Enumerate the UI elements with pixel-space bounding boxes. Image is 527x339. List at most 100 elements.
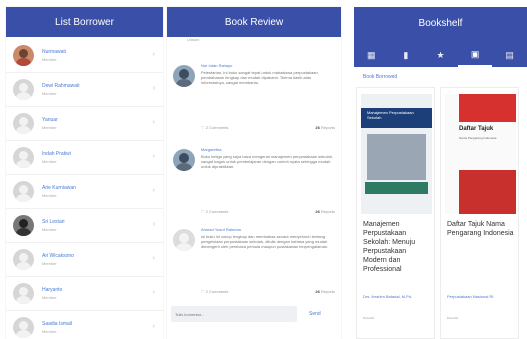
book-card[interactable]: Daftar Tajuk Nama Pengarang Indonesia Da… <box>440 87 519 339</box>
review-top-sliver: Ulasan <box>187 37 200 42</box>
avatar <box>173 65 195 87</box>
borrower-name: Haryanto <box>42 287 63 293</box>
list-item[interactable]: Arie Kurniawan Member › <box>6 175 163 209</box>
chevron-right-icon: › <box>152 289 155 296</box>
list-item[interactable]: Ari Wicaksono Member › <box>6 243 163 277</box>
page-title: Book Review <box>224 16 284 28</box>
borrower-role: Member <box>42 295 57 300</box>
chevron-right-icon: › <box>152 153 155 160</box>
borrower-role: Member <box>42 227 57 232</box>
reviewer-name: Ahmad Yusuf Rahman <box>201 227 241 232</box>
section-label: Book Borrowed <box>363 74 398 80</box>
reviewer-name: Nur Intan Rahayu <box>201 63 233 68</box>
review-footer: ♡ 2 Comments 26 Reports <box>201 125 335 130</box>
page-title: List Borrower <box>55 16 114 28</box>
likes-count: 26 <box>315 209 320 214</box>
report-link[interactable]: Reports <box>321 209 335 214</box>
bookshelf-tabs: ▦ ▮ ★ ▣ ▤ <box>354 43 527 67</box>
list-item[interactable]: Sri Lestari Member › <box>6 209 163 243</box>
book-cover: Manajemen Perpustakaan Sekolah <box>361 94 432 214</box>
book-meta: Penerbit <box>363 316 375 320</box>
book-review-panel: Book Review Ulasan Nur Intan Rahayu Peles… <box>167 7 341 339</box>
borrower-role: Member <box>42 159 57 164</box>
comments-count: 2 Comments <box>205 209 229 214</box>
avatar <box>173 229 195 251</box>
avatar <box>13 283 34 304</box>
comments-link[interactable]: ♡ 2 Comments <box>201 125 228 130</box>
avatar <box>13 113 34 134</box>
avatar <box>13 181 34 202</box>
book-review-header: Book Review <box>167 7 341 37</box>
list-borrower-panel: List Borrower Nurmawati Member › Dewi Rahma… <box>6 7 163 339</box>
avatar <box>13 45 34 66</box>
borrower-name: Dewi Rahmawati <box>42 83 80 89</box>
cover-title: Daftar Tajuk <box>459 126 494 132</box>
borrower-name: Arie Kurniawan <box>42 185 76 191</box>
tab-bookshelf-icon[interactable]: ▣ <box>457 43 493 67</box>
report-link[interactable]: Reports <box>321 125 335 130</box>
book-card[interactable]: Manajemen Perpustakaan Sekolah Manajemen… <box>356 87 435 339</box>
list-item[interactable]: Dewi Rahmawati Member › <box>6 73 163 107</box>
list-item[interactable]: Indah Pratiwi Member › <box>6 141 163 175</box>
list-item[interactable]: Nurmawati Member › <box>6 39 163 73</box>
book-author: Drs. Ibrahim Bafadal, M.Pd. <box>363 294 413 299</box>
borrower-role: Member <box>42 125 57 130</box>
borrower-role: Member <box>42 91 57 96</box>
book-cover: Daftar Tajuk Nama Pengarang Indonesia <box>445 94 516 214</box>
borrower-role: Member <box>42 57 57 62</box>
reviewer-name: Margaretha <box>201 147 222 152</box>
borrower-name: Ari Wicaksono <box>42 253 74 259</box>
avatar <box>13 147 34 168</box>
comments-count: 2 Comments <box>205 289 229 294</box>
comments-count: 2 Comments <box>205 125 229 130</box>
comments-link[interactable]: ♡ 2 Comments <box>201 289 228 294</box>
chevron-right-icon: › <box>152 221 155 228</box>
bookshelf-panel: Bookshelf ▦ ▮ ★ ▣ ▤ Book Borrowed Manaje… <box>354 7 527 339</box>
tab-list-icon[interactable]: ▤ <box>492 43 527 67</box>
tab-star-icon[interactable]: ★ <box>423 43 458 67</box>
chevron-right-icon: › <box>152 119 155 126</box>
review-text: Isi buku ini cukup lengkap dan membahas … <box>201 234 329 249</box>
comment-input[interactable] <box>171 306 297 322</box>
send-button[interactable]: Send <box>309 311 321 317</box>
chevron-right-icon: › <box>152 323 155 330</box>
book-title: Manajemen Perpustakaan Sekolah: Menuju P… <box>363 221 416 273</box>
list-item[interactable]: Saadia Ismail Member › <box>6 311 163 339</box>
report-link[interactable]: Reports <box>321 289 335 294</box>
likes-count: 26 <box>315 289 320 294</box>
chevron-right-icon: › <box>152 255 155 262</box>
avatar <box>13 249 34 270</box>
avatar <box>13 79 34 100</box>
comment-bar: Send <box>167 303 341 325</box>
borrower-name: Nurmawati <box>42 49 66 55</box>
book-meta: Penerbit <box>447 316 459 320</box>
avatar <box>13 215 34 236</box>
chevron-right-icon: › <box>152 187 155 194</box>
review-text: Pelestarian, Ini buku sangat tepat untuk… <box>201 70 319 85</box>
chevron-right-icon: › <box>152 51 155 58</box>
cover-subtitle: Nama Pengarang Indonesia <box>459 136 497 140</box>
avatar <box>173 149 195 171</box>
list-item[interactable]: Yanuar Member › <box>6 107 163 141</box>
page-title: Bookshelf <box>418 18 463 29</box>
borrower-name: Saadia Ismail <box>42 321 73 327</box>
book-title: Daftar Tajuk Nama Pengarang Indonesia <box>447 221 514 237</box>
borrower-role: Member <box>42 193 57 198</box>
borrower-name: Sri Lestari <box>42 219 65 225</box>
review-footer: ♡ 2 Comments 26 Reports <box>201 209 335 214</box>
chevron-right-icon: › <box>152 85 155 92</box>
cover-title: Manajemen Perpustakaan Sekolah <box>367 110 414 120</box>
borrower-role: Member <box>42 329 57 334</box>
tab-book-icon[interactable]: ▮ <box>389 43 424 67</box>
review-footer: ♡ 2 Comments 26 Reports <box>201 289 335 294</box>
borrower-name: Yanuar <box>42 117 58 123</box>
book-author: Perpustakaan Nasional RI <box>447 294 494 299</box>
list-item[interactable]: Haryanto Member › <box>6 277 163 311</box>
review-text: Buku ketiga yang saya baca mengenai mana… <box>201 154 334 169</box>
avatar <box>13 317 34 338</box>
tab-grid-icon[interactable]: ▦ <box>354 43 389 67</box>
bookshelf-header: Bookshelf ▦ ▮ ★ ▣ ▤ <box>354 7 527 67</box>
borrower-name: Indah Pratiwi <box>42 151 71 157</box>
comments-link[interactable]: ♡ 2 Comments <box>201 209 228 214</box>
borrower-role: Member <box>42 261 57 266</box>
